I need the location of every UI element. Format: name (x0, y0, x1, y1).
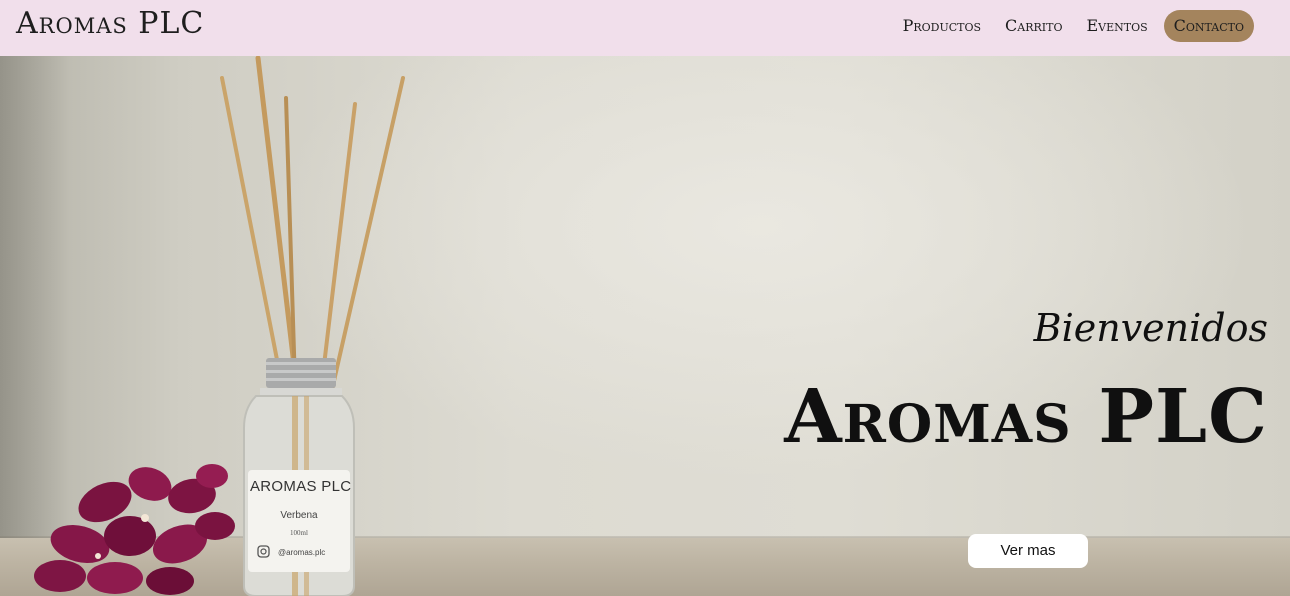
diffuser-photo (34, 56, 405, 596)
label-volume: 100ml (290, 529, 308, 537)
hero-title: Aromas PLC (784, 374, 1268, 460)
diffuser-bottle (243, 358, 355, 596)
ver-mas-button[interactable]: Ver mas (968, 534, 1088, 568)
welcome-text: Bienvenidos (1033, 306, 1268, 350)
nav-eventos[interactable]: Eventos (1078, 10, 1155, 42)
bougainvillea-flowers (34, 464, 235, 595)
site-header: Aromas PLC Productos Carrito Eventos Con… (0, 0, 1290, 56)
label-handle: @aromas.plc (278, 548, 326, 557)
label-brand: AROMAS PLC (250, 478, 352, 495)
nav-productos[interactable]: Productos (895, 10, 989, 42)
nav-carrito[interactable]: Carrito (997, 10, 1070, 42)
main-nav: Productos Carrito Eventos Contacto (895, 10, 1254, 42)
label-scent: Verbena (280, 510, 318, 521)
nav-contacto[interactable]: Contacto (1163, 10, 1254, 42)
brand-logo[interactable]: Aromas PLC (16, 5, 204, 43)
hero-section: AROMAS PLC Verbena 100ml @aromas.plc Bie… (0, 56, 1290, 596)
